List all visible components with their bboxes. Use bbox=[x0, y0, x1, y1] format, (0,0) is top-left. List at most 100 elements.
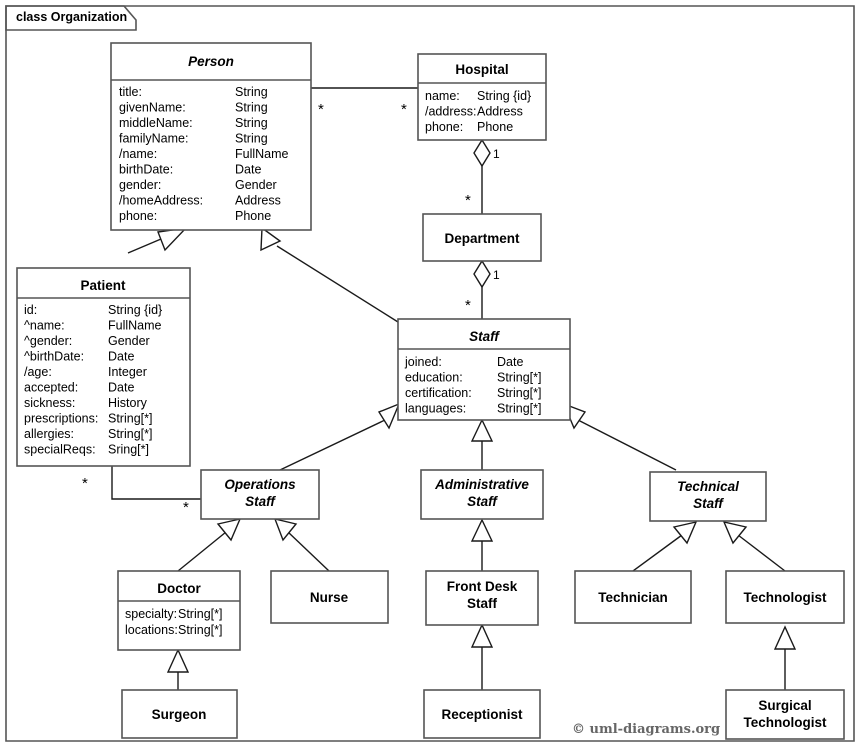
class-box-staff[interactable]: Staff joined: Date education: String[*] … bbox=[397, 318, 571, 421]
attr-type: String[*] bbox=[108, 427, 152, 441]
attr-name: specialty: bbox=[125, 607, 177, 621]
gen-arrow-operations bbox=[377, 402, 401, 430]
attr-name: /age: bbox=[24, 365, 52, 379]
class-name-technician: Technician bbox=[598, 590, 668, 605]
class-box-technical-staff[interactable]: Technical Staff bbox=[649, 471, 767, 522]
attr-name: name: bbox=[425, 89, 460, 103]
attr-type: Date bbox=[108, 350, 134, 364]
attr-type: String[*] bbox=[497, 371, 541, 385]
attr-name: givenName: bbox=[119, 101, 186, 115]
class-name-front-desk-staff-line1: Front Desk bbox=[447, 579, 518, 594]
class-name-administrative-staff-line1: Administrative bbox=[434, 477, 529, 492]
class-name-technical-staff-line1: Technical bbox=[677, 479, 739, 494]
class-box-surgical-technologist[interactable]: Surgical Technologist bbox=[725, 689, 845, 740]
attr-type: String bbox=[235, 85, 268, 99]
attr-name: locations: bbox=[125, 623, 178, 637]
attr-type: Address bbox=[235, 194, 281, 208]
class-box-technician[interactable]: Technician bbox=[574, 570, 692, 624]
attr-name: sickness: bbox=[24, 396, 75, 410]
mult-hospital-department-department: * bbox=[465, 192, 471, 209]
gen-operations-staff bbox=[279, 419, 386, 471]
class-box-receptionist[interactable]: Receptionist bbox=[423, 689, 541, 739]
class-box-hospital[interactable]: Hospital name: String {id} /address: Add… bbox=[417, 53, 547, 141]
class-name-surgical-technologist-line1: Surgical bbox=[758, 698, 811, 713]
mult-hospital-end: * bbox=[401, 101, 407, 118]
attr-name: familyName: bbox=[119, 132, 188, 146]
class-box-person[interactable]: Person title: String givenName: String m… bbox=[110, 42, 312, 231]
attr-type: FullName bbox=[108, 319, 162, 333]
class-box-nurse[interactable]: Nurse bbox=[270, 570, 389, 624]
gen-technician-technical bbox=[632, 534, 683, 572]
attr-type: String bbox=[235, 116, 268, 130]
class-box-department[interactable]: Department bbox=[422, 213, 542, 262]
class-name-receptionist: Receptionist bbox=[441, 707, 523, 722]
class-name-staff: Staff bbox=[469, 329, 500, 344]
class-name-operations-staff-line2: Staff bbox=[245, 494, 276, 509]
attr-name: middleName: bbox=[119, 116, 193, 130]
attr-type: String {id} bbox=[477, 89, 531, 103]
attr-name: /address: bbox=[425, 105, 476, 119]
attr-name: prescriptions: bbox=[24, 412, 98, 426]
attr-name: accepted: bbox=[24, 381, 78, 395]
class-box-surgeon[interactable]: Surgeon bbox=[121, 689, 238, 739]
attr-name: ^gender: bbox=[24, 334, 72, 348]
attr-type: String[*] bbox=[108, 412, 152, 426]
attr-type: String[*] bbox=[178, 607, 222, 621]
class-name-front-desk-staff-line2: Staff bbox=[467, 596, 498, 611]
class-name-nurse: Nurse bbox=[310, 590, 349, 605]
attr-name: id: bbox=[24, 303, 37, 317]
gen-arrow-administrative bbox=[470, 418, 494, 442]
composition-diamond-department bbox=[473, 259, 491, 289]
attr-type: FullName bbox=[235, 147, 289, 161]
mult-department-staff-staff: * bbox=[465, 297, 471, 314]
attr-name: specialReqs: bbox=[24, 443, 96, 457]
class-name-person: Person bbox=[188, 54, 234, 69]
class-name-administrative-staff-line2: Staff bbox=[467, 494, 498, 509]
gen-arrow-patient bbox=[157, 227, 188, 252]
class-box-administrative-staff[interactable]: Administrative Staff bbox=[420, 469, 544, 520]
attr-type: String bbox=[235, 132, 268, 146]
attr-name: phone: bbox=[425, 120, 463, 134]
gen-arrow-technologist bbox=[722, 521, 748, 545]
class-box-front-desk-staff[interactable]: Front Desk Staff bbox=[425, 570, 539, 626]
class-name-surgeon: Surgeon bbox=[152, 707, 207, 722]
gen-arrow-frontdesk bbox=[470, 518, 494, 542]
attr-type: String[*] bbox=[178, 623, 222, 637]
attr-name: education: bbox=[405, 371, 463, 385]
attr-type: Date bbox=[108, 381, 134, 395]
composition-diamond-hospital bbox=[473, 138, 491, 168]
class-box-doctor[interactable]: Doctor specialty: String[*] locations: S… bbox=[117, 570, 241, 651]
attr-name: /homeAddress: bbox=[119, 194, 203, 208]
attr-type: Date bbox=[235, 163, 261, 177]
gen-patient-person bbox=[127, 238, 162, 254]
attr-name: /name: bbox=[119, 147, 157, 161]
gen-arrow-surgeon bbox=[166, 648, 190, 673]
class-box-technologist[interactable]: Technologist bbox=[725, 570, 845, 624]
class-name-patient: Patient bbox=[80, 278, 126, 293]
class-box-patient[interactable]: Patient id: String {id} ^name: FullName … bbox=[16, 267, 191, 467]
class-box-operations-staff[interactable]: Operations Staff bbox=[200, 469, 320, 520]
attr-type: String[*] bbox=[497, 402, 541, 416]
gen-technologist-technical bbox=[737, 534, 786, 572]
attr-type: History bbox=[108, 396, 148, 410]
copyright-notice: © uml-diagrams.org bbox=[572, 722, 720, 737]
attr-name: certification: bbox=[405, 386, 472, 400]
attr-name: title: bbox=[119, 85, 142, 99]
attr-type: String bbox=[235, 101, 268, 115]
class-name-hospital: Hospital bbox=[455, 62, 508, 77]
attr-type: Address bbox=[477, 105, 523, 119]
gen-arrow-surgtech bbox=[773, 625, 797, 650]
frame-label: class Organization bbox=[16, 10, 127, 24]
gen-arrow-technician bbox=[672, 521, 698, 545]
gen-arrow-doctor bbox=[216, 518, 242, 542]
assoc-patient-operations bbox=[111, 466, 201, 500]
attr-type: Date bbox=[497, 355, 523, 369]
attr-type: String[*] bbox=[497, 386, 541, 400]
mult-person-end: * bbox=[318, 101, 324, 118]
gen-doctor-operations bbox=[177, 531, 227, 572]
attr-type: String {id} bbox=[108, 303, 162, 317]
mult-hospital-department-hospital: 1 bbox=[493, 147, 500, 161]
gen-arrow-receptionist bbox=[470, 623, 494, 648]
attr-name: phone: bbox=[119, 209, 157, 223]
gen-technical-staff bbox=[577, 419, 677, 471]
